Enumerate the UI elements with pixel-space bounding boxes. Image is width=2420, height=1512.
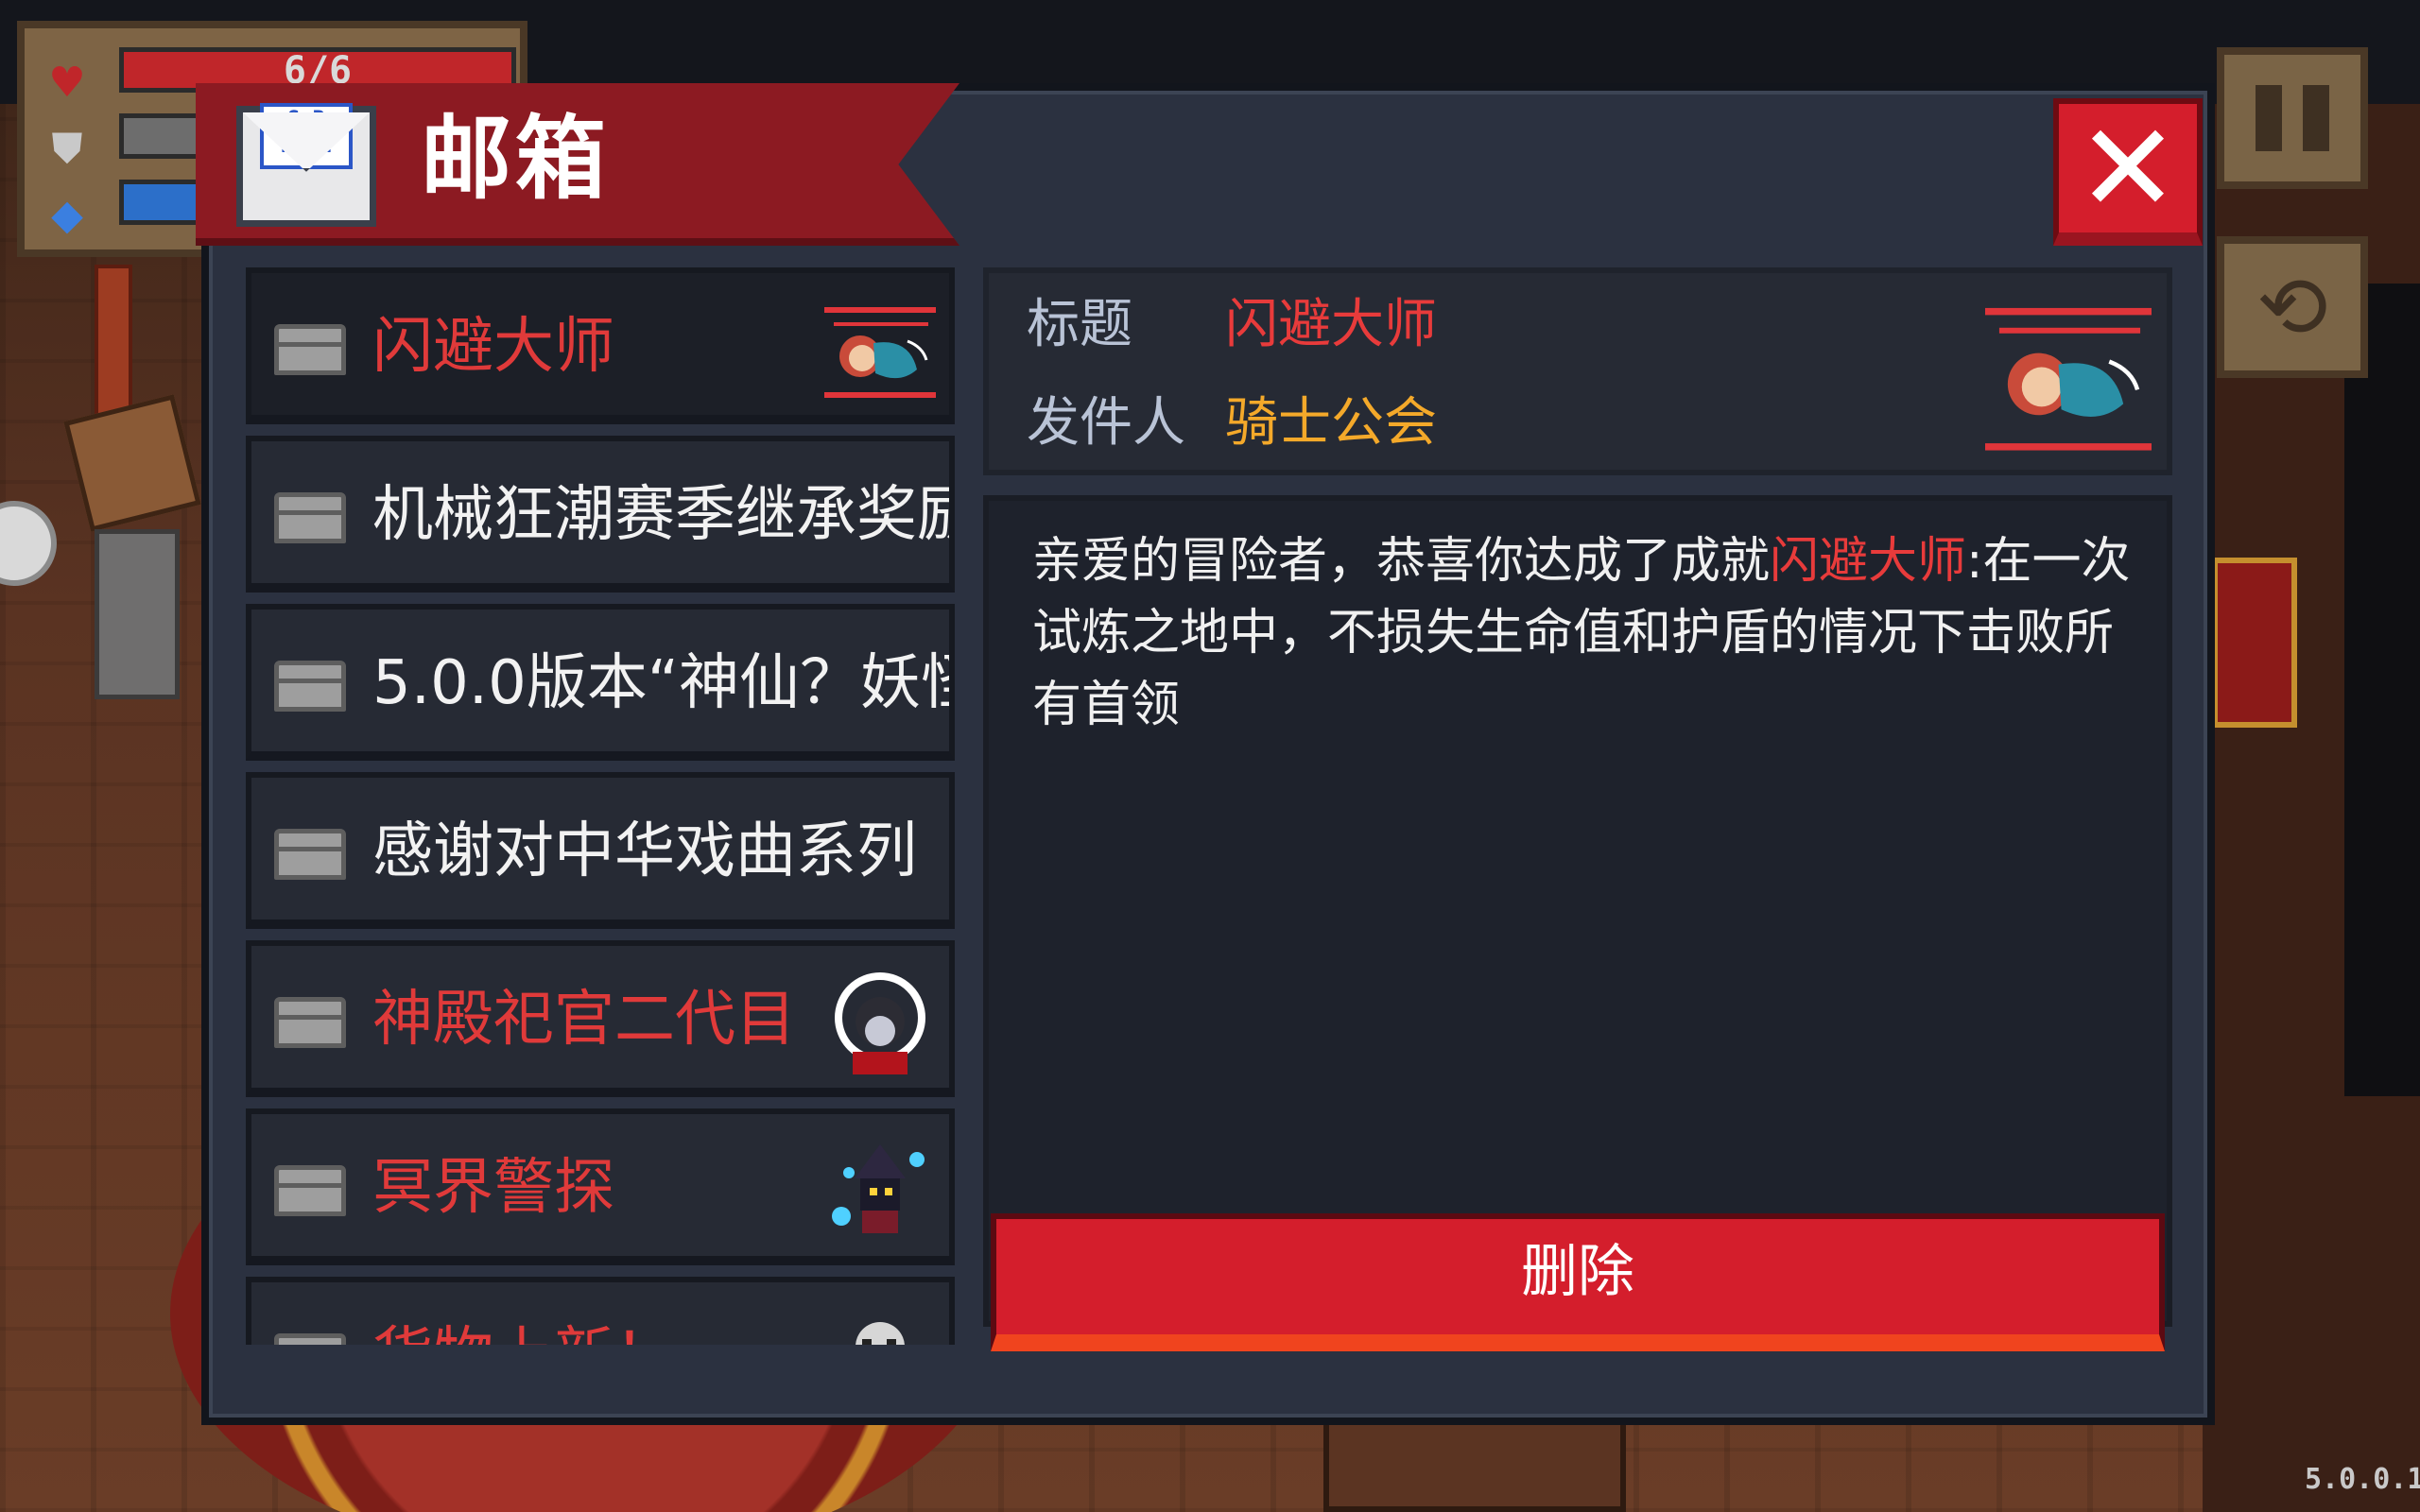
mail-detail-header: 标题 闪避大师 发件人 骑士公会: [983, 267, 2172, 475]
mail-item-title: 货物上新！: [372, 1316, 675, 1345]
mail-item-title: 感谢对中华戏曲系列: [372, 816, 917, 886]
mail-item-title: 闪避大师: [372, 312, 614, 382]
mail-body: 亲爱的冒险者，恭喜你达成了成就闪避大师:在一次试炼之地中，不损失生命值和护盾的情…: [983, 495, 2172, 1327]
mail-list-item[interactable]: 货物上新！: [246, 1277, 955, 1345]
envelope-icon: [274, 997, 346, 1048]
shelf: [2212, 558, 2297, 728]
envelope-icon: [274, 1165, 346, 1216]
close-icon: ✕: [2076, 96, 2180, 240]
swap-weapon-button[interactable]: ⟲: [2217, 236, 2368, 378]
mail-item-title: 机械狂潮赛季继承奖励: [372, 480, 949, 550]
armor-row: ⛊: [43, 123, 91, 174]
envelope-icon: [274, 661, 346, 712]
pause-button[interactable]: [2217, 47, 2368, 189]
mail-list-item[interactable]: 5.0.0版本“神仙？妖怪: [246, 604, 955, 761]
subject-label: 标题: [1027, 294, 1132, 355]
mail-item-title: 冥界警探: [372, 1153, 614, 1223]
envelope-icon: [274, 492, 346, 543]
dodge-master-icon: [824, 294, 936, 405]
mail-list[interactable]: 闪避大师 机械狂潮赛季继承奖励 5.0.0版本“神仙？妖怪 感谢对中华戏曲系列 …: [246, 267, 955, 1345]
version-label: 5.0.0.1: [2305, 1463, 2420, 1496]
envelope-icon: [274, 829, 346, 880]
detective-icon: [824, 1135, 936, 1246]
merchant-icon: [824, 1303, 936, 1345]
pause-icon-right: [2303, 85, 2329, 151]
priestess-icon: [824, 967, 936, 1078]
mail-list-item[interactable]: 冥界警探: [246, 1108, 955, 1265]
hp-row: ♥: [43, 57, 91, 108]
doorway: [2344, 284, 2420, 1096]
delete-button[interactable]: 删除: [991, 1213, 2165, 1351]
pedestal: [95, 529, 180, 699]
mail-body-prefix: 亲爱的冒险者，恭喜你达成了成就: [1032, 533, 1771, 590]
sender-value: 骑士公会: [1225, 392, 1437, 454]
dialog-title: 邮箱: [421, 106, 610, 212]
swap-icon: ⟲: [2256, 257, 2328, 357]
mail-list-item[interactable]: 闪避大师: [246, 267, 955, 424]
mail-item-title: 5.0.0版本“神仙？妖怪: [372, 648, 949, 718]
mail-list-item[interactable]: 神殿祀官二代目: [246, 940, 955, 1097]
mail-item-title: 神殿祀官二代目: [372, 985, 796, 1055]
heart-icon: ♥: [48, 58, 86, 107]
mail-list-item[interactable]: 感谢对中华戏曲系列: [246, 772, 955, 929]
close-button[interactable]: ✕: [2053, 98, 2203, 246]
pause-icon-left: [2256, 85, 2282, 151]
book-stand: [63, 394, 201, 532]
subject-value: 闪避大师: [1225, 294, 1437, 355]
envelope-icon: [274, 1333, 346, 1345]
energy-row: ◆: [43, 189, 91, 240]
mail-body-highlight: 闪避大师: [1770, 533, 1967, 590]
sender-label: 发件人: [1027, 392, 1185, 454]
envelope-icon: [274, 324, 346, 375]
mail-list-item[interactable]: 机械狂潮赛季继承奖励: [246, 436, 955, 593]
mail-icon: S.RMAIL: [236, 103, 376, 227]
dodge-master-icon: [1983, 294, 2153, 460]
diamond-icon: ◆: [51, 190, 83, 239]
penguin-icon: [0, 501, 57, 586]
shield-icon: ⛊: [51, 124, 83, 173]
